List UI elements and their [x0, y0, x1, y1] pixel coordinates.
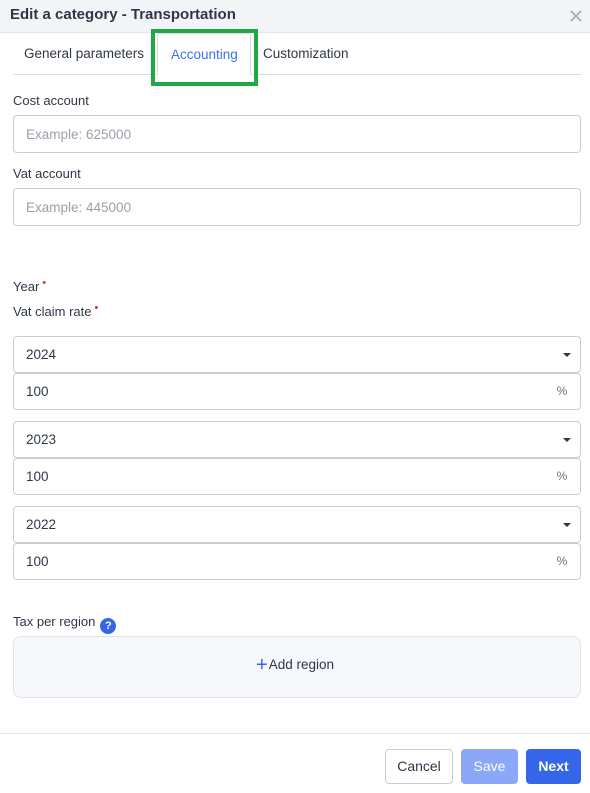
tab-customization[interactable]: Customization: [263, 46, 349, 61]
required-marker: •: [94, 302, 99, 314]
year-select-value: 2023: [26, 432, 57, 447]
vat-account-label: Vat account: [13, 166, 81, 181]
cost-account-input[interactable]: [13, 115, 581, 153]
percent-addon: %: [544, 543, 581, 580]
next-button[interactable]: Next: [526, 749, 581, 784]
year-select[interactable]: 2023: [13, 421, 581, 458]
vat-rate-input[interactable]: [13, 458, 545, 495]
caret-down-icon: [563, 353, 571, 357]
vat-rate-input[interactable]: [13, 373, 545, 410]
add-region-label: Add region: [268, 657, 334, 672]
vat-rate-group: %: [13, 543, 581, 580]
percent-addon: %: [544, 373, 581, 410]
vat-rate-group: %: [13, 458, 581, 495]
cost-account-label: Cost account: [13, 93, 89, 108]
required-marker: •: [42, 277, 47, 289]
caret-down-icon: [563, 523, 571, 527]
dialog-header: Edit a category - Transportation: [0, 0, 590, 33]
year-select[interactable]: 2022: [13, 506, 581, 543]
plus-icon: +: [256, 654, 268, 676]
vat-account-input[interactable]: [13, 188, 581, 226]
footer-divider: [0, 733, 590, 734]
year-select-value: 2022: [26, 517, 57, 532]
tab-accounting[interactable]: Accounting: [157, 33, 251, 75]
tax-per-region-label: Tax per region?: [13, 614, 117, 634]
tax-per-region-text: Tax per region: [13, 614, 96, 629]
tax-region-panel: +Add region: [13, 636, 581, 698]
cancel-button[interactable]: Cancel: [385, 749, 453, 784]
year-label: Year •: [13, 277, 47, 294]
dialog-title: Edit a category - Transportation: [10, 6, 236, 23]
vat-rate-input[interactable]: [13, 543, 545, 580]
caret-down-icon: [563, 438, 571, 442]
tab-general-parameters[interactable]: General parameters: [24, 46, 144, 61]
vat-claim-rate-label-text: Vat claim rate: [13, 304, 92, 319]
year-select[interactable]: 2024: [13, 336, 581, 373]
vat-rate-group: %: [13, 373, 581, 410]
year-label-text: Year: [13, 279, 40, 294]
tab-accounting-label: Accounting: [171, 47, 238, 62]
vat-claim-rate-label: Vat claim rate •: [13, 302, 99, 319]
help-circle-icon[interactable]: ?: [100, 618, 117, 634]
tab-bar: General parameters Accounting Customizat…: [13, 33, 581, 75]
save-button[interactable]: Save: [461, 749, 518, 784]
year-select-value: 2024: [26, 347, 57, 362]
add-region-button[interactable]: +Add region: [256, 654, 334, 676]
close-icon[interactable]: [568, 8, 584, 24]
percent-addon: %: [544, 458, 581, 495]
